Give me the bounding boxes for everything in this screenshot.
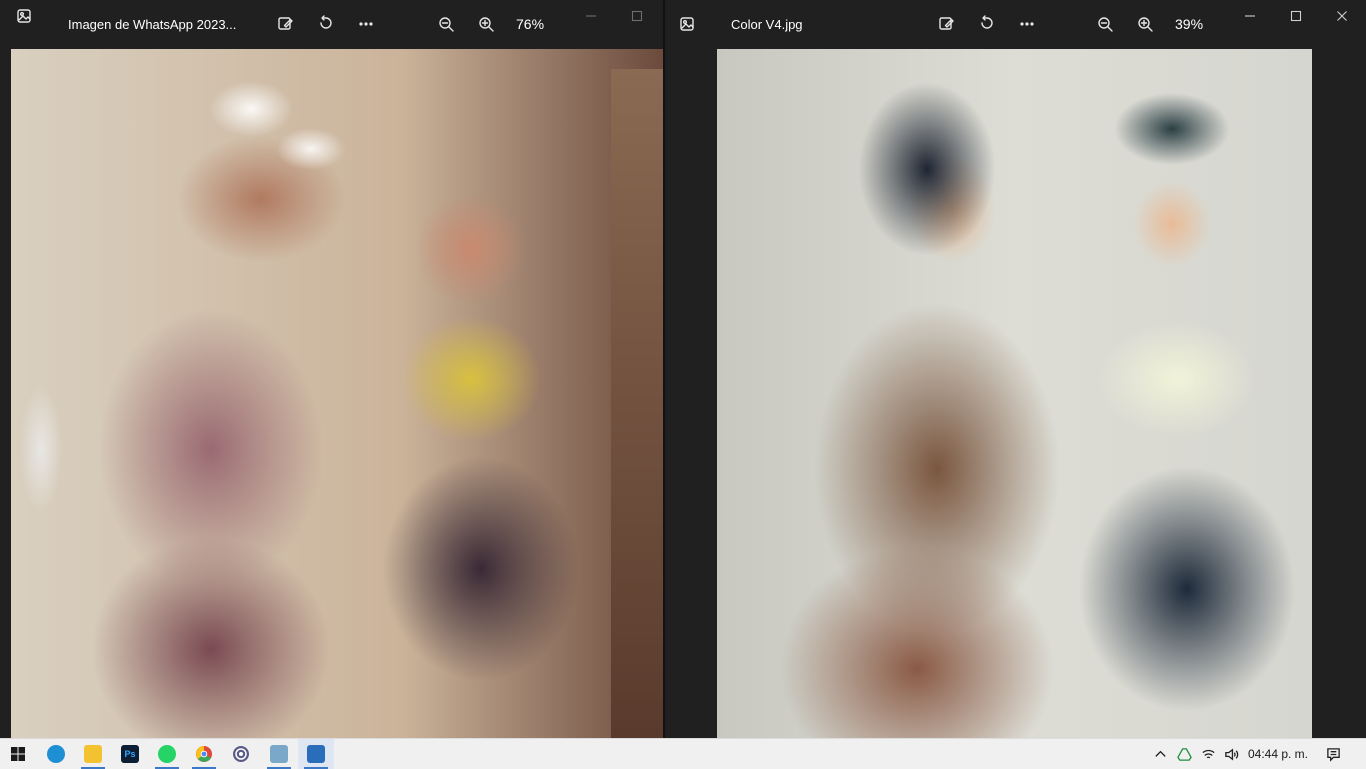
edge-icon[interactable] xyxy=(38,739,74,769)
zoom-out-icon[interactable] xyxy=(430,8,462,40)
background-board xyxy=(611,69,663,738)
zoom-in-icon[interactable] xyxy=(1129,8,1161,40)
volume-icon[interactable] xyxy=(1220,739,1242,769)
google-drive-icon[interactable] xyxy=(1174,739,1194,769)
app-spiral-icon[interactable] xyxy=(223,739,259,769)
rotate-icon[interactable] xyxy=(310,8,342,40)
window-title: Color V4.jpg xyxy=(731,16,803,32)
more-options-icon[interactable] xyxy=(350,8,382,40)
minimize-icon[interactable] xyxy=(568,0,614,32)
wifi-icon[interactable] xyxy=(1198,739,1218,769)
whatsapp-icon[interactable] xyxy=(149,739,185,769)
image-viewer xyxy=(0,48,663,738)
photos-app-icon[interactable] xyxy=(671,8,703,40)
rotate-icon[interactable] xyxy=(971,8,1003,40)
notepad-icon[interactable] xyxy=(261,739,297,769)
close-icon[interactable] xyxy=(1319,0,1365,32)
photos-window-left: Imagen de WhatsApp 2023... 76% xyxy=(0,0,663,738)
damaged-photo xyxy=(11,49,663,738)
title-bar: Imagen de WhatsApp 2023... 76% xyxy=(0,0,663,48)
restored-photo xyxy=(717,49,1312,738)
zoom-in-icon[interactable] xyxy=(470,8,502,40)
photos-app-icon[interactable] xyxy=(8,0,40,32)
maximize-icon[interactable] xyxy=(614,0,660,32)
maximize-icon[interactable] xyxy=(1273,0,1319,32)
photoshop-icon[interactable]: Ps xyxy=(112,739,148,769)
more-options-icon[interactable] xyxy=(1011,8,1043,40)
zoom-level[interactable]: 39% xyxy=(1175,0,1203,48)
edit-image-icon[interactable] xyxy=(270,8,302,40)
edit-image-icon[interactable] xyxy=(931,8,963,40)
zoom-level[interactable]: 76% xyxy=(516,0,544,48)
chevron-up-icon[interactable] xyxy=(1150,739,1170,769)
chrome-icon[interactable] xyxy=(186,739,222,769)
windows-start-icon[interactable] xyxy=(0,739,36,769)
window-title: Imagen de WhatsApp 2023... xyxy=(68,16,237,32)
taskbar-clock[interactable]: 04:44 p. m. xyxy=(1246,739,1310,769)
title-bar: Color V4.jpg 39% xyxy=(665,0,1366,48)
photos-window-right: Color V4.jpg 39% xyxy=(665,0,1366,738)
image-viewer xyxy=(665,48,1366,738)
zoom-out-icon[interactable] xyxy=(1089,8,1121,40)
notifications-icon[interactable] xyxy=(1320,739,1346,769)
minimize-icon[interactable] xyxy=(1227,0,1273,32)
photos-icon[interactable] xyxy=(298,739,334,769)
taskbar: Ps 04:44 p. m. xyxy=(0,738,1366,769)
file-explorer-icon[interactable] xyxy=(75,739,111,769)
